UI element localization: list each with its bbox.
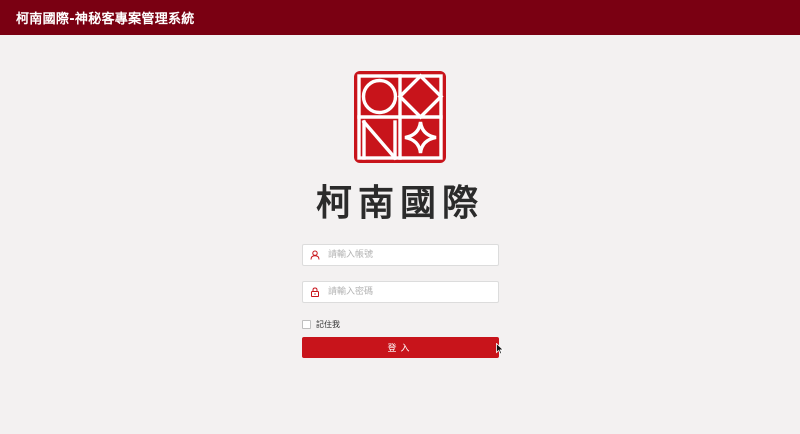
lock-icon [304, 282, 326, 302]
username-input[interactable] [326, 246, 491, 264]
mouse-cursor-icon [496, 340, 505, 355]
remember-me[interactable]: 記住我 [302, 318, 340, 330]
top-bar: 柯南國際-神秘客專案管理系統 [0, 0, 800, 35]
username-field[interactable] [302, 244, 499, 266]
user-icon [304, 245, 326, 265]
okmc-logo-icon [352, 69, 448, 165]
login-button[interactable]: 登入 [302, 337, 499, 358]
remember-label: 記住我 [316, 319, 340, 329]
remember-checkbox[interactable] [302, 319, 311, 329]
brand-name: 柯南國際 [315, 183, 484, 224]
app-title: 柯南國際-神秘客專案管理系統 [16, 12, 195, 27]
password-input[interactable] [326, 283, 491, 301]
password-field[interactable] [302, 281, 499, 303]
